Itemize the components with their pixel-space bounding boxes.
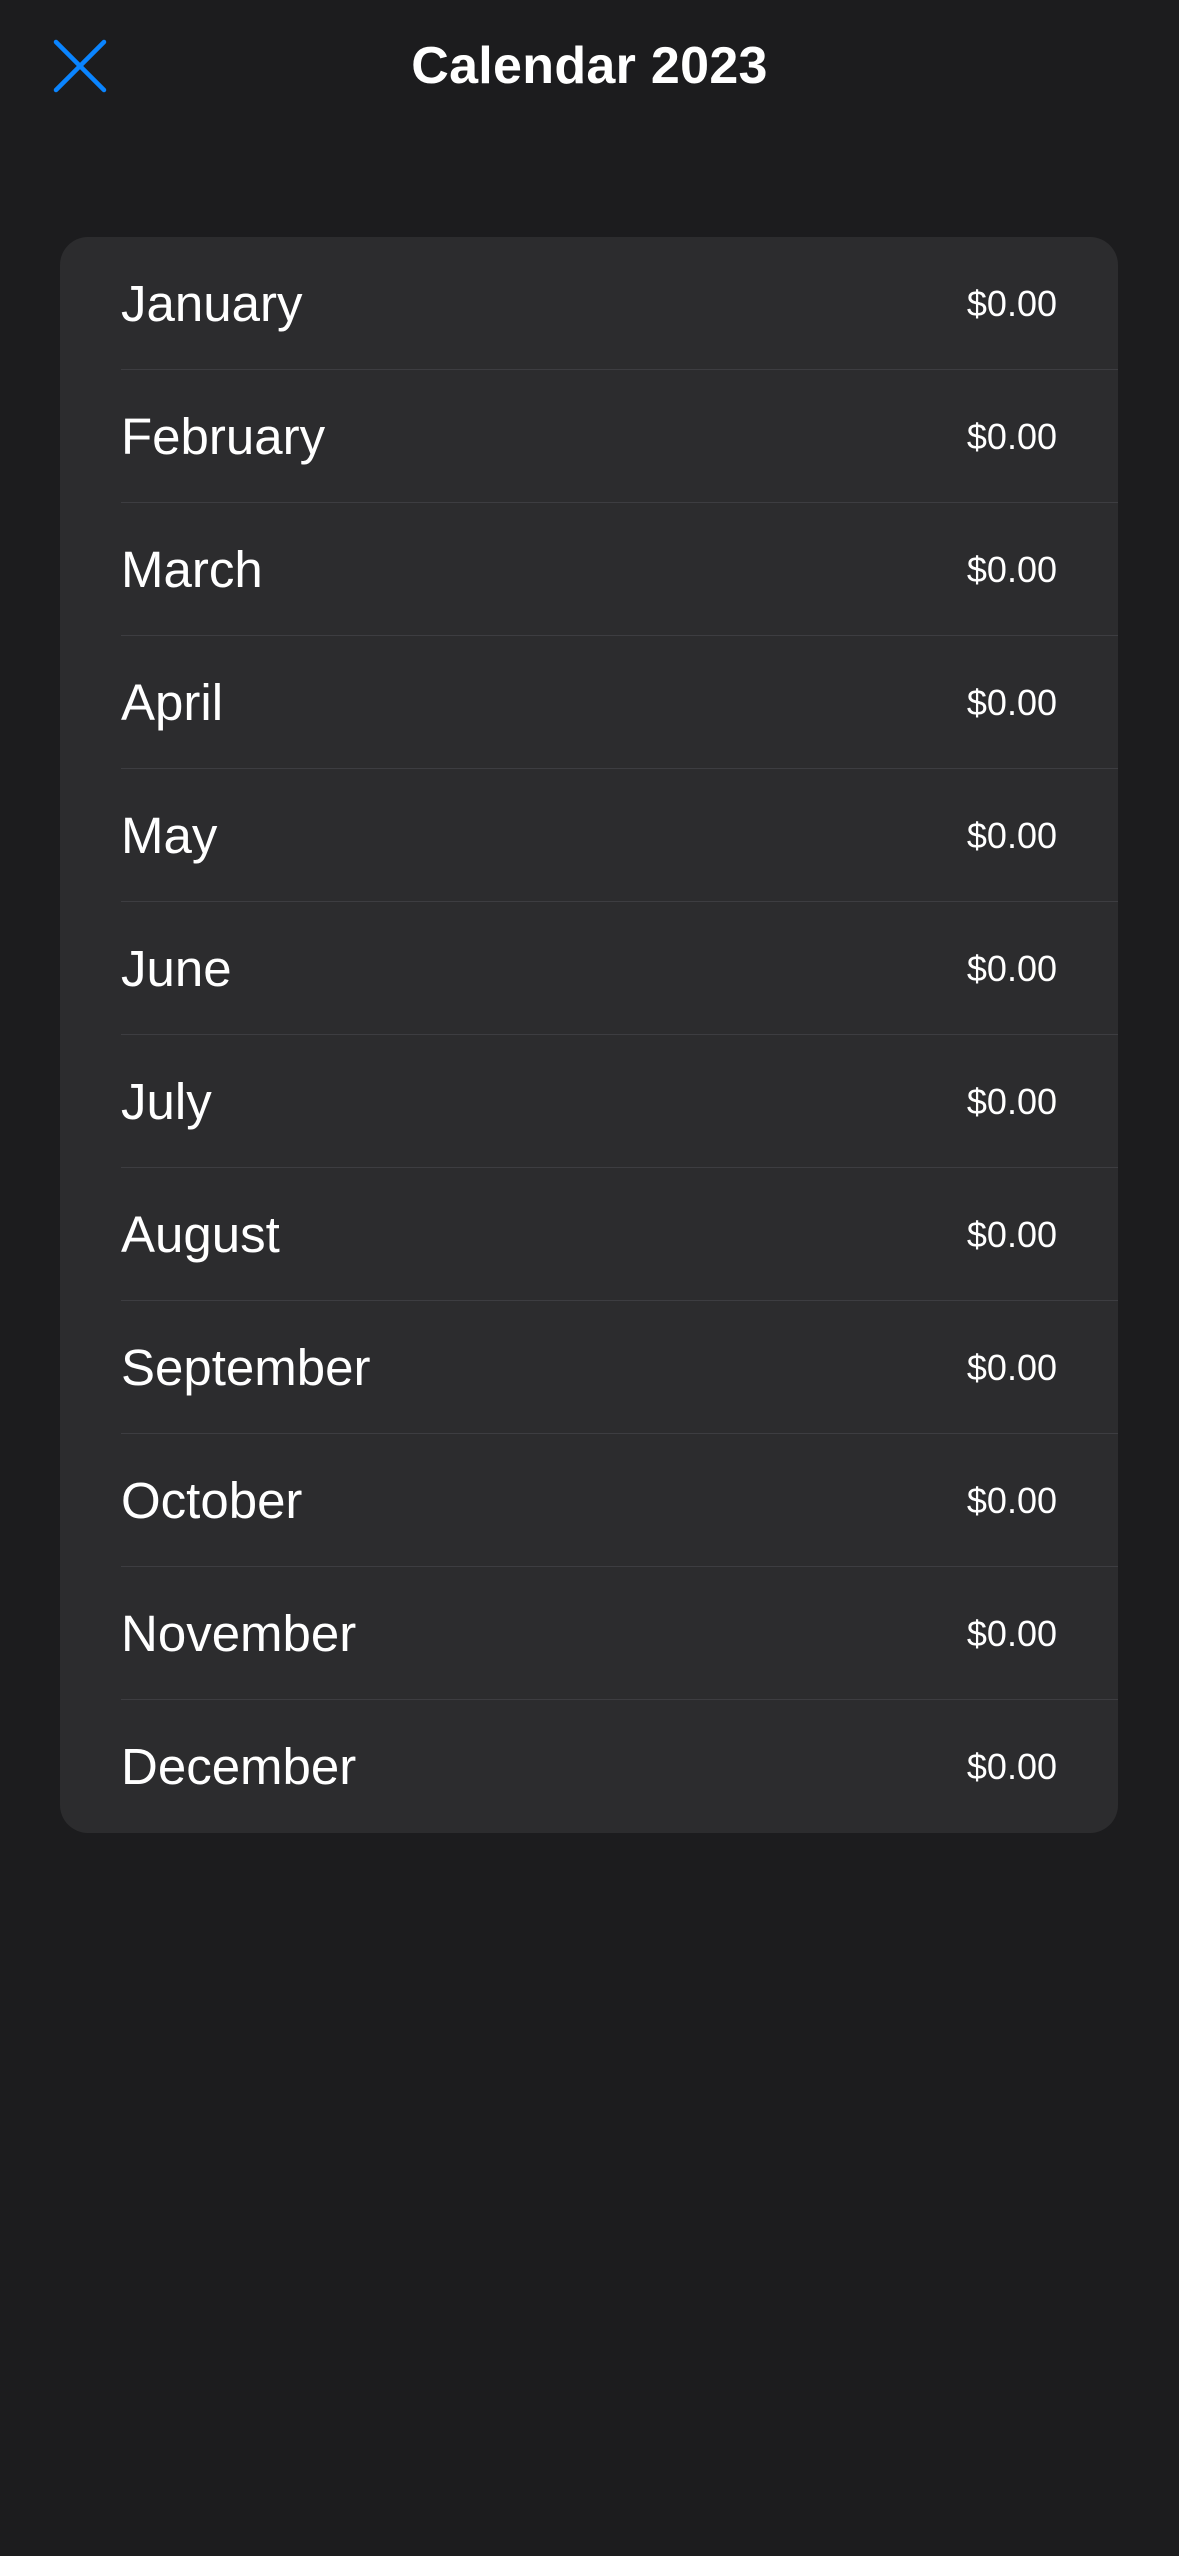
month-amount: $0.00 [966, 283, 1057, 324]
month-row-august[interactable]: August $0.00 [60, 1168, 1118, 1301]
month-name: May [121, 807, 218, 864]
month-amount: $0.00 [966, 1613, 1057, 1654]
month-row-january[interactable]: January $0.00 [60, 237, 1118, 370]
month-row-may[interactable]: May $0.00 [60, 769, 1118, 902]
month-row-december[interactable]: December $0.00 [60, 1700, 1118, 1833]
month-amount: $0.00 [966, 948, 1057, 989]
month-amount: $0.00 [966, 1081, 1057, 1122]
month-amount: $0.00 [966, 815, 1057, 856]
month-name: December [121, 1738, 357, 1795]
navigation-bar: Calendar 2023 [0, 0, 1179, 132]
month-amount: $0.00 [966, 1480, 1057, 1521]
month-name: March [121, 541, 263, 598]
month-amount: $0.00 [966, 416, 1057, 457]
month-row-june[interactable]: June $0.00 [60, 902, 1118, 1035]
month-name: October [121, 1472, 303, 1529]
month-amount: $0.00 [966, 682, 1057, 723]
month-list: January $0.00 February $0.00 March $0.00… [60, 237, 1118, 1833]
month-row-september[interactable]: September $0.00 [60, 1301, 1118, 1434]
month-name: February [121, 408, 326, 465]
month-row-february[interactable]: February $0.00 [60, 370, 1118, 503]
month-name: November [121, 1605, 357, 1662]
month-name: September [121, 1339, 371, 1396]
month-name: August [121, 1206, 280, 1263]
month-row-november[interactable]: November $0.00 [60, 1567, 1118, 1700]
month-row-march[interactable]: March $0.00 [60, 503, 1118, 636]
page-title: Calendar 2023 [411, 37, 768, 95]
month-name: July [121, 1073, 212, 1130]
month-amount: $0.00 [966, 1347, 1057, 1388]
month-amount: $0.00 [966, 1746, 1057, 1787]
month-amount: $0.00 [966, 549, 1057, 590]
month-name: January [121, 275, 303, 332]
month-name: June [121, 940, 232, 997]
month-amount: $0.00 [966, 1214, 1057, 1255]
month-name: April [121, 674, 224, 731]
month-row-july[interactable]: July $0.00 [60, 1035, 1118, 1168]
month-row-april[interactable]: April $0.00 [60, 636, 1118, 769]
month-row-october[interactable]: October $0.00 [60, 1434, 1118, 1567]
